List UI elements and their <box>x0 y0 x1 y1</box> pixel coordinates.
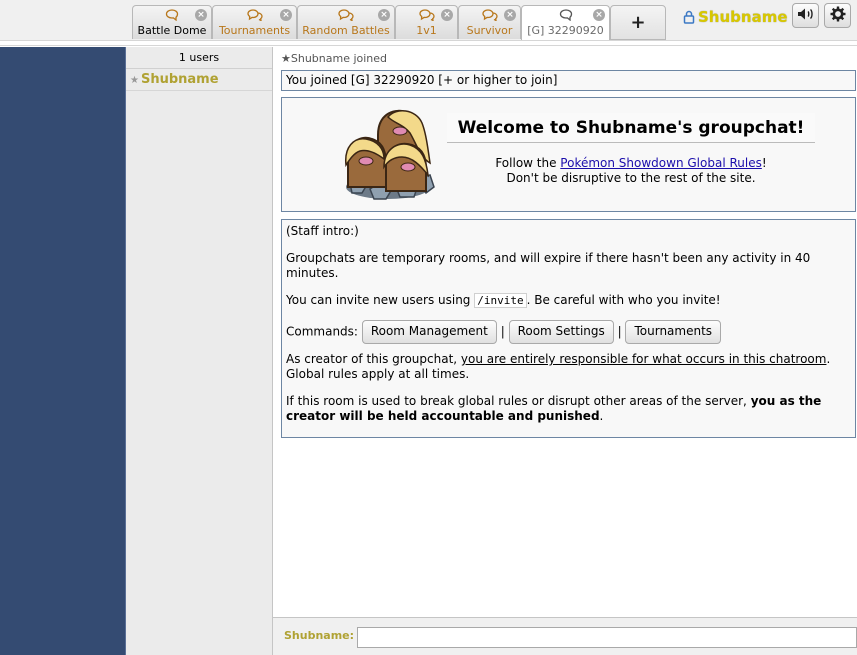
join-notice: ★Shubname joined <box>281 52 388 65</box>
chat-log: ★Shubname joined You joined [G] 32290920… <box>273 47 857 617</box>
header: Battle Dome × Tournaments × Random Battl… <box>0 0 857 41</box>
separator: | <box>500 324 505 339</box>
close-icon[interactable]: × <box>280 9 292 21</box>
volume-icon <box>797 8 813 20</box>
follow-prefix: Follow the <box>495 156 561 170</box>
close-icon[interactable]: × <box>441 9 453 21</box>
chat-input[interactable] <box>357 627 857 648</box>
tab-label: Random Battles <box>302 24 390 37</box>
new-tab-button[interactable]: + <box>610 5 666 40</box>
room-management-button[interactable]: Room Management <box>361 320 497 344</box>
commands-row: Commands: Room Management | Room Setting… <box>286 320 851 344</box>
creator-underlined: you are entirely responsible for what oc… <box>460 352 827 366</box>
welcome-line2: Don't be disruptive to the rest of the s… <box>506 171 756 185</box>
tab-label: Tournaments <box>218 24 291 37</box>
tab-1v1[interactable]: 1v1 × <box>395 5 458 39</box>
break-suffix: . <box>599 409 604 423</box>
global-rules-link[interactable]: Pokémon Showdown Global Rules <box>560 156 762 170</box>
tab-label: Survivor <box>466 24 513 37</box>
lock-icon <box>683 10 695 24</box>
invite-prefix: You can invite new users using <box>286 293 475 307</box>
close-icon[interactable]: × <box>378 9 390 21</box>
close-icon[interactable]: × <box>504 9 516 21</box>
creator-text: As creator of this groupchat, you are en… <box>286 352 851 382</box>
tab-label: [G] 32290920 <box>527 24 604 37</box>
options-button[interactable] <box>824 3 851 28</box>
creator-prefix: As creator of this groupchat, <box>286 352 461 366</box>
invite-command: /invite <box>474 293 527 308</box>
user-name: Shubname <box>140 72 219 87</box>
gear-icon <box>830 6 845 22</box>
user-list-item[interactable]: ★ Shubname <box>126 69 272 91</box>
accountability-text: If this room is used to break global rul… <box>286 394 851 424</box>
username-button[interactable]: Shubname <box>683 8 788 26</box>
commands-label: Commands: <box>286 324 358 339</box>
separator: | <box>617 324 622 339</box>
tournaments-button[interactable]: Tournaments <box>625 320 722 344</box>
tab-battle-dome[interactable]: Battle Dome × <box>132 5 212 39</box>
welcome-box: Welcome to Shubname's groupchat! Follow … <box>281 97 856 212</box>
rank-star: ★ <box>130 75 139 86</box>
room-settings-button[interactable]: Room Settings <box>508 320 614 344</box>
username: Shubname <box>698 8 788 26</box>
header-divider <box>0 40 857 46</box>
expire-text: Groupchats are temporary rooms, and will… <box>286 251 811 280</box>
chat-input-bar: Shubname: <box>273 617 857 655</box>
close-icon[interactable]: × <box>593 9 605 21</box>
user-list: 1 users ★ Shubname <box>126 47 273 655</box>
intro-box: (Staff intro:) Groupchats are temporary … <box>281 219 856 438</box>
tab-label: Battle Dome <box>137 24 207 37</box>
welcome-text: Follow the Pokémon Showdown Global Rules… <box>447 156 815 186</box>
follow-suffix: ! <box>761 156 767 170</box>
user-count[interactable]: 1 users <box>126 47 272 69</box>
invite-text: You can invite new users using /invite. … <box>286 293 851 308</box>
dugtrio-sprite <box>345 109 435 200</box>
tab-survivor[interactable]: Survivor × <box>458 5 521 39</box>
close-icon[interactable]: × <box>195 9 207 21</box>
welcome-title: Welcome to Shubname's groupchat! <box>447 113 815 143</box>
staff-intro: (Staff intro:) <box>286 224 359 238</box>
tab-groupchat[interactable]: [G] 32290920 × <box>521 5 610 41</box>
invite-suffix: . Be careful with who you invite! <box>526 293 721 307</box>
break-prefix: If this room is used to break global rul… <box>286 394 751 408</box>
chat-username-label[interactable]: Shubname: <box>284 629 354 642</box>
tab-tournaments[interactable]: Tournaments × <box>212 5 297 39</box>
sound-button[interactable] <box>792 3 819 28</box>
left-sidebar <box>0 47 126 655</box>
joined-message: You joined [G] 32290920 [+ or higher to … <box>281 70 856 91</box>
tab-random-battles[interactable]: Random Battles × <box>297 5 395 39</box>
tab-label: 1v1 <box>416 24 437 37</box>
